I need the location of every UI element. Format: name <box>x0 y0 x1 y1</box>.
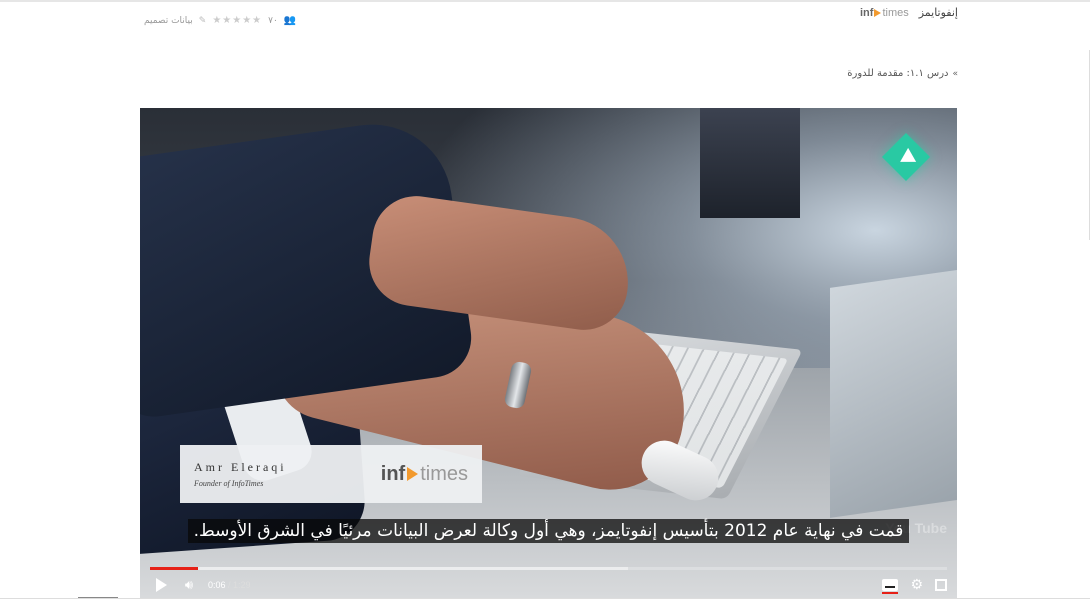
tag-icon: ✎ <box>198 15 207 26</box>
speaker-name: Amr Eleraqi <box>194 460 287 474</box>
double-chevron-down-icon: » <box>952 68 958 79</box>
time-separator: / <box>225 580 234 590</box>
provider-logo[interactable]: inf times <box>860 7 909 19</box>
caption-text: قمت في نهاية عام 2012 بتأسيس إنفوتايمز، … <box>187 519 910 543</box>
subtitles-active-indicator <box>882 592 899 594</box>
time-display: 0:06 / 1:29 <box>208 580 251 590</box>
provider-logo-times: times <box>882 6 909 19</box>
progress-played <box>150 567 198 570</box>
lower-third: Amr Eleraqi Founder of InfoTimes inf tim… <box>180 445 482 503</box>
fullscreen-button[interactable] <box>935 579 947 591</box>
current-time: 0:06 <box>208 580 226 590</box>
lesson-title: درس ١.١: مقدمة للدورة <box>847 68 949 79</box>
lower-third-logo-inf: inf <box>380 462 406 485</box>
progress-bar[interactable] <box>150 567 947 570</box>
volume-icon: 🔊︎ <box>184 577 194 593</box>
speaker-title: Founder of InfoTimes <box>194 479 264 488</box>
rating-stars: ★★★★★ <box>212 15 263 26</box>
lesson-heading[interactable]: » درس ١.١: مقدمة للدورة <box>847 68 958 79</box>
play-icon <box>155 578 167 592</box>
play-button[interactable] <box>150 574 172 596</box>
course-meta: بيانات تصميم ✎ ★★★★★ ٧٠ 👥 <box>144 15 296 26</box>
users-icon: 👥 <box>283 15 297 26</box>
player-right-controls: ⚙ <box>882 578 947 594</box>
progress-buffered <box>150 567 629 570</box>
provider-header[interactable]: inf times إنفوتايمز <box>860 6 958 19</box>
enrolled-count: ٧٠ <box>268 15 278 26</box>
subtitles-button[interactable] <box>882 579 899 594</box>
play-icon <box>874 8 882 17</box>
speaker-info: Amr Eleraqi Founder of InfoTimes <box>194 460 287 488</box>
play-icon <box>407 467 419 481</box>
lower-third-logo: inf times <box>381 463 468 486</box>
duration: 1:29 <box>233 580 251 590</box>
category-label[interactable]: بيانات تصميم <box>144 16 193 26</box>
volume-button[interactable]: 🔊︎ <box>178 574 200 596</box>
player-controls: 🔊︎ 0:06 / 1:29 ⚙ <box>150 574 947 596</box>
video-player[interactable]: Amr Eleraqi Founder of InfoTimes inf tim… <box>140 108 957 598</box>
bottom-accent <box>78 597 118 598</box>
top-border <box>0 0 1090 2</box>
provider-name[interactable]: إنفوتايمز <box>919 6 958 19</box>
provider-logo-inf: inf <box>859 6 874 19</box>
settings-button[interactable]: ⚙ <box>910 578 923 592</box>
lower-third-logo-times: times <box>420 462 468 485</box>
caption-line: قمت في نهاية عام 2012 بتأسيس إنفوتايمز، … <box>140 519 957 543</box>
